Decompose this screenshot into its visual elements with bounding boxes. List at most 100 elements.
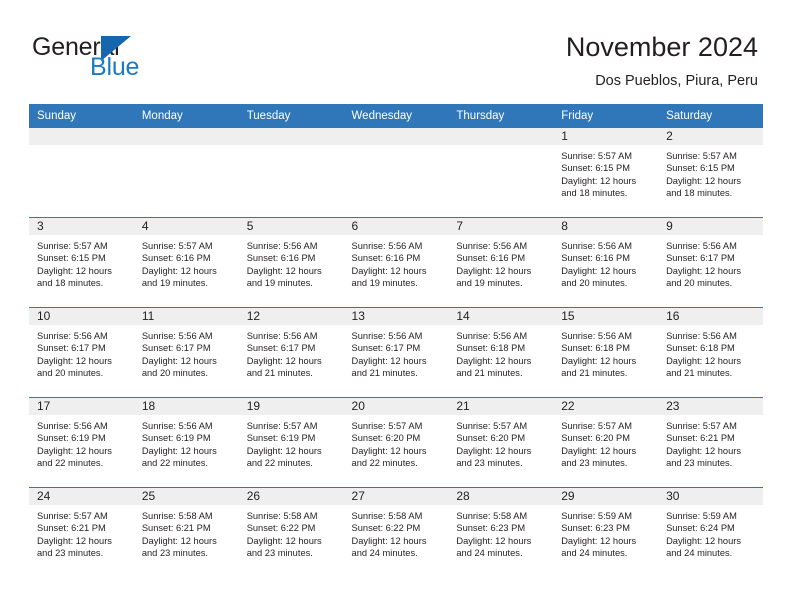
- calendar-day-cell[interactable]: 4 Sunrise: 5:57 AM Sunset: 6:16 PM Daylight…: [133, 217, 239, 308]
- weekday-header-wednesday: Wednesday: [343, 104, 449, 128]
- daylight-text-line2: and 24 minutes.: [666, 548, 733, 559]
- daylight-text-line1: Daylight: 12 hours: [37, 535, 112, 546]
- calendar-day-cell[interactable]: 29 Sunrise: 5:59 AM Sunset: 6:23 PM Dayligh…: [553, 487, 659, 577]
- calendar-day-cell[interactable]: 18 Sunrise: 5:56 AM Sunset: 6:19 PM Dayligh…: [133, 397, 239, 488]
- day-details: Sunrise: 5:56 AM Sunset: 6:18 PM Daylight:…: [448, 325, 553, 380]
- sunrise-text: Sunrise: 5:57 AM: [561, 151, 633, 161]
- calendar-day-cell[interactable]: 26 Sunrise: 5:58 AM Sunset: 6:22 PM Dayligh…: [238, 487, 344, 577]
- calendar-day-cell[interactable]: 24 Sunrise: 5:57 AM Sunset: 6:21 PM Dayligh…: [29, 487, 134, 577]
- sunset-text: Sunset: 6:17 PM: [141, 343, 211, 354]
- daylight-text-line2: and 23 minutes.: [666, 458, 733, 469]
- day-number: 4: [133, 218, 239, 235]
- day-number: 7: [448, 218, 554, 235]
- calendar-day-cell[interactable]: 21 Sunrise: 5:57 AM Sunset: 6:20 PM Dayligh…: [448, 397, 554, 488]
- calendar-day-cell[interactable]: 20 Sunrise: 5:57 AM Sunset: 6:20 PM Dayligh…: [343, 397, 449, 488]
- daylight-text-line1: Daylight: 12 hours: [351, 535, 427, 546]
- day-details: Sunrise: 5:57 AM Sunset: 6:21 PM Daylight:…: [29, 505, 134, 560]
- calendar-day-cell[interactable]: 22 Sunrise: 5:57 AM Sunset: 6:20 PM Dayligh…: [553, 397, 659, 488]
- daylight-text-line1: Daylight: 12 hours: [561, 265, 637, 276]
- daylight-text-line1: Daylight: 12 hours: [246, 265, 322, 276]
- calendar-day-cell[interactable]: 9 Sunrise: 5:56 AM Sunset: 6:17 PM Daylight…: [658, 217, 763, 308]
- sunrise-text: Sunrise: 5:56 AM: [37, 331, 108, 341]
- calendar-grid: Sunday Monday Tuesday Wednesday Thursday…: [29, 104, 763, 577]
- calendar-day-cell[interactable]: 7 Sunrise: 5:56 AM Sunset: 6:16 PM Daylight…: [448, 217, 554, 308]
- day-details: Sunrise: 5:59 AM Sunset: 6:23 PM Daylight:…: [553, 505, 658, 560]
- calendar-day-cell[interactable]: 16 Sunrise: 5:56 AM Sunset: 6:18 PM Dayligh…: [658, 307, 763, 398]
- daylight-text-line2: and 19 minutes.: [456, 278, 523, 289]
- calendar-day-cell[interactable]: 14 Sunrise: 5:56 AM Sunset: 6:18 PM Dayligh…: [448, 307, 554, 398]
- calendar-day-cell[interactable]: 12 Sunrise: 5:56 AM Sunset: 6:17 PM Dayligh…: [238, 307, 344, 398]
- calendar-day-cell[interactable]: 5 Sunrise: 5:56 AM Sunset: 6:16 PM Daylight…: [238, 217, 344, 308]
- day-number: 9: [658, 218, 763, 235]
- calendar-day-cell[interactable]: 15 Sunrise: 5:56 AM Sunset: 6:18 PM Dayligh…: [553, 307, 659, 398]
- sunset-text: Sunset: 6:20 PM: [351, 433, 421, 444]
- daylight-text-line2: and 19 minutes.: [246, 278, 313, 289]
- sunset-text: Sunset: 6:17 PM: [246, 343, 316, 354]
- daylight-text-line2: and 21 minutes.: [246, 368, 313, 379]
- daylight-text-line2: and 18 minutes.: [561, 188, 628, 199]
- day-number: 28: [448, 488, 554, 505]
- daylight-text-line1: Daylight: 12 hours: [666, 445, 741, 456]
- daylight-text-line2: and 22 minutes.: [37, 458, 104, 469]
- sunrise-text: Sunrise: 5:57 AM: [141, 241, 213, 251]
- sunrise-text: Sunrise: 5:56 AM: [351, 331, 423, 341]
- daylight-text-line1: Daylight: 12 hours: [561, 445, 637, 456]
- daylight-text-line2: and 21 minutes.: [561, 368, 628, 379]
- day-number: 27: [343, 488, 449, 505]
- sunrise-text: Sunrise: 5:56 AM: [141, 331, 213, 341]
- daylight-text-line2: and 21 minutes.: [351, 368, 418, 379]
- daylight-text-line2: and 19 minutes.: [351, 278, 418, 289]
- day-number: 13: [343, 308, 449, 325]
- calendar-day-cell[interactable]: 23 Sunrise: 5:57 AM Sunset: 6:21 PM Dayligh…: [658, 397, 763, 488]
- sunset-text: Sunset: 6:18 PM: [456, 343, 526, 354]
- weekday-header-monday: Monday: [133, 104, 239, 128]
- daylight-text-line1: Daylight: 12 hours: [666, 175, 741, 186]
- day-details: Sunrise: 5:56 AM Sunset: 6:17 PM Daylight:…: [239, 325, 344, 380]
- sunset-text: Sunset: 6:17 PM: [666, 253, 735, 264]
- sunset-text: Sunset: 6:15 PM: [666, 163, 735, 174]
- day-number: 16: [658, 308, 763, 325]
- calendar-day-cell[interactable]: 28 Sunrise: 5:58 AM Sunset: 6:23 PM Dayligh…: [448, 487, 554, 577]
- calendar-header-row: Sunday Monday Tuesday Wednesday Thursday…: [29, 104, 763, 128]
- calendar-day-cell[interactable]: 8 Sunrise: 5:56 AM Sunset: 6:16 PM Daylight…: [553, 217, 659, 308]
- calendar-day-cell[interactable]: 27 Sunrise: 5:58 AM Sunset: 6:22 PM Dayligh…: [343, 487, 449, 577]
- calendar-day-cell[interactable]: 2 Sunrise: 5:57 AM Sunset: 6:15 PM Daylight…: [658, 127, 763, 218]
- calendar-day-cell[interactable]: 10 Sunrise: 5:56 AM Sunset: 6:17 PM Dayligh…: [29, 307, 134, 398]
- day-number: 30: [658, 488, 763, 505]
- day-number: 11: [133, 308, 239, 325]
- calendar-day-cell[interactable]: 1 Sunrise: 5:57 AM Sunset: 6:15 PM Daylight…: [553, 127, 659, 218]
- brand-logo[interactable]: General Blue: [32, 33, 212, 85]
- weekday-header-thursday: Thursday: [448, 104, 554, 128]
- calendar-week-row: 1 Sunrise: 5:57 AM Sunset: 6:15 PM Daylight…: [29, 127, 763, 218]
- daylight-text-line1: Daylight: 12 hours: [351, 445, 427, 456]
- day-details: Sunrise: 5:58 AM Sunset: 6:21 PM Daylight:…: [134, 505, 239, 560]
- calendar-day-cell[interactable]: 19 Sunrise: 5:57 AM Sunset: 6:19 PM Dayligh…: [238, 397, 344, 488]
- calendar-day-cell[interactable]: 13 Sunrise: 5:56 AM Sunset: 6:17 PM Dayligh…: [343, 307, 449, 398]
- day-number: 21: [448, 398, 554, 415]
- daylight-text-line1: Daylight: 12 hours: [37, 355, 112, 366]
- day-details: Sunrise: 5:57 AM Sunset: 6:20 PM Daylight:…: [553, 415, 658, 470]
- sunrise-text: Sunrise: 5:57 AM: [246, 421, 318, 431]
- calendar-day-cell[interactable]: 3 Sunrise: 5:57 AM Sunset: 6:15 PM Daylight…: [29, 217, 134, 308]
- calendar-day-cell[interactable]: 6 Sunrise: 5:56 AM Sunset: 6:16 PM Daylight…: [343, 217, 449, 308]
- daylight-text-line1: Daylight: 12 hours: [666, 265, 741, 276]
- calendar-week-row: 10 Sunrise: 5:56 AM Sunset: 6:17 PM Dayligh…: [29, 307, 763, 398]
- day-number: 2: [658, 128, 763, 145]
- daylight-text-line1: Daylight: 12 hours: [456, 445, 532, 456]
- daylight-text-line2: and 18 minutes.: [666, 188, 733, 199]
- daylight-text-line2: and 23 minutes.: [246, 548, 313, 559]
- weekday-header-saturday: Saturday: [658, 104, 763, 128]
- day-number: 24: [29, 488, 134, 505]
- sunset-text: Sunset: 6:19 PM: [141, 433, 211, 444]
- day-number: 26: [238, 488, 344, 505]
- sunrise-text: Sunrise: 5:57 AM: [666, 421, 737, 431]
- day-details: Sunrise: 5:56 AM Sunset: 6:17 PM Daylight:…: [658, 235, 763, 290]
- page-title: November 2024: [565, 32, 758, 62]
- sunset-text: Sunset: 6:16 PM: [561, 253, 630, 264]
- calendar-day-cell[interactable]: 17 Sunrise: 5:56 AM Sunset: 6:19 PM Dayligh…: [29, 397, 134, 488]
- calendar-day-cell[interactable]: 30 Sunrise: 5:59 AM Sunset: 6:24 PM Dayligh…: [658, 487, 763, 577]
- calendar-day-cell[interactable]: 25 Sunrise: 5:58 AM Sunset: 6:21 PM Dayligh…: [133, 487, 239, 577]
- day-details: Sunrise: 5:58 AM Sunset: 6:22 PM Daylight:…: [344, 505, 449, 560]
- daylight-text-line1: Daylight: 12 hours: [246, 445, 322, 456]
- calendar-day-cell[interactable]: 11 Sunrise: 5:56 AM Sunset: 6:17 PM Dayligh…: [133, 307, 239, 398]
